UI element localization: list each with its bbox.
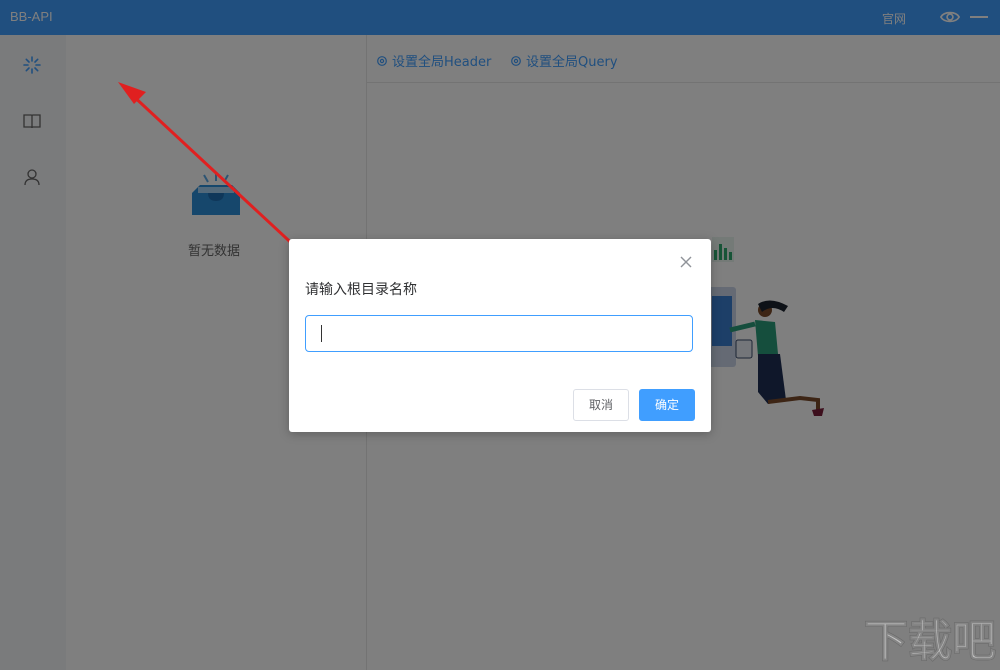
watermark-logo: 下载吧 [863, 615, 996, 667]
svg-text:下载吧: 下载吧 [864, 616, 996, 667]
text-caret [321, 325, 322, 342]
close-icon[interactable] [679, 255, 693, 269]
root-directory-name-input[interactable] [305, 315, 693, 352]
dialog-title: 请输入根目录名称 [305, 282, 417, 298]
confirm-button[interactable]: 确定 [639, 389, 695, 421]
create-root-dialog: 请输入根目录名称 取消 确定 [289, 239, 711, 432]
cancel-button[interactable]: 取消 [573, 389, 629, 421]
